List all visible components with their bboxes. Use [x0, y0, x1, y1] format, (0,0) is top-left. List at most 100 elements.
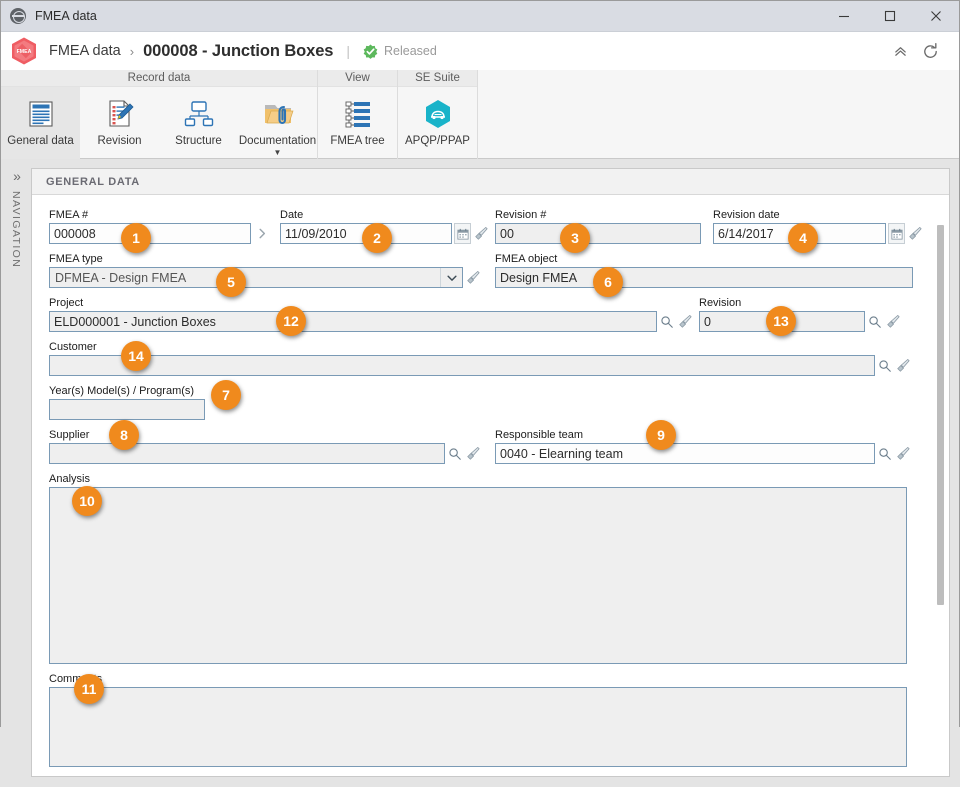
calendar-icon[interactable] [454, 223, 471, 244]
ribbon-group-items-se-suite: APQP/PPAP [398, 87, 477, 159]
chevron-down-icon[interactable]: ▼ [274, 149, 282, 157]
field-fmea-number: FMEA # 000008 [49, 209, 280, 244]
search-icon[interactable] [876, 443, 893, 464]
status-badge: Released [363, 44, 437, 59]
clear-brush-icon[interactable] [472, 223, 489, 244]
field-label: Customer [49, 341, 927, 354]
body-area: » NAVIGATION GENERAL DATA FMEA # 000008 [1, 159, 959, 787]
title-bar: FMEA data [1, 1, 959, 32]
breadcrumb: FMEA FMEA data › 000008 - Junction Boxes… [1, 32, 959, 70]
search-icon[interactable] [446, 443, 463, 464]
clear-brush-icon[interactable] [464, 443, 481, 464]
hierarchy-icon [183, 95, 215, 133]
responsible-team-input[interactable]: 0040 - Elearning team [495, 443, 875, 464]
ribbon-button-revision[interactable]: Revision [80, 87, 159, 159]
field-label: FMEA # [49, 209, 280, 222]
field-label: Comments [49, 673, 927, 686]
minimize-icon[interactable] [821, 1, 867, 32]
ribbon-button-apqp-ppap[interactable]: APQP/PPAP [398, 87, 477, 159]
fmea-number-next-icon[interactable] [253, 223, 272, 244]
form-row-4: Customer [49, 341, 927, 376]
page-title: 000008 - Junction Boxes [143, 42, 333, 61]
field-responsible-team: Responsible team 0040 - Elearning team [495, 429, 911, 464]
field-label: Analysis [49, 473, 927, 486]
comments-textarea[interactable] [49, 687, 907, 767]
form-row-comments: Comments [49, 673, 927, 767]
form-row-1: FMEA # 000008 Date 11/09/2010 [49, 209, 927, 244]
field-label: Date [280, 209, 495, 222]
field-label: Responsible team [495, 429, 911, 442]
clear-brush-icon[interactable] [906, 223, 923, 244]
ribbon-group-items-view: FMEA tree [318, 87, 397, 159]
ribbon-group-view: View [318, 70, 398, 159]
date-input[interactable]: 11/09/2010 [280, 223, 452, 244]
form-scroll-area: FMEA # 000008 Date 11/09/2010 [32, 195, 949, 776]
field-label: Revision # [495, 209, 713, 222]
form-row-2: FMEA type DFMEA - Design FMEA [49, 253, 927, 288]
search-icon[interactable] [866, 311, 883, 332]
ribbon-button-label: FMEA tree [330, 135, 384, 148]
revision-input[interactable]: 0 [699, 311, 865, 332]
field-label: Revision [699, 297, 901, 310]
ribbon-group-se-suite: SE Suite APQP/PPAP [398, 70, 478, 159]
chevron-down-icon[interactable] [440, 267, 462, 288]
fmea-object-input[interactable]: Design FMEA [495, 267, 913, 288]
field-label: FMEA object [495, 253, 913, 266]
project-input[interactable]: ELD000001 - Junction Boxes [49, 311, 657, 332]
fmea-logo-icon: FMEA [9, 36, 39, 66]
chevron-double-right-icon[interactable]: » [13, 169, 19, 183]
clear-brush-icon[interactable] [894, 355, 911, 376]
clear-brush-icon[interactable] [676, 311, 693, 332]
revision-number-input[interactable]: 00 [495, 223, 701, 244]
close-icon[interactable] [913, 1, 959, 32]
customer-input[interactable] [49, 355, 875, 376]
form-row-analysis: Analysis [49, 473, 927, 664]
fmea-type-select[interactable]: DFMEA - Design FMEA [49, 267, 463, 288]
calendar-icon[interactable] [888, 223, 905, 244]
field-years-models-programs: Year(s) Model(s) / Program(s) [49, 385, 205, 420]
ribbon-group-title-view: View [318, 70, 397, 87]
supplier-input[interactable] [49, 443, 445, 464]
window-controls [821, 1, 959, 32]
years-models-input[interactable] [49, 399, 205, 420]
folder-clip-icon [262, 95, 294, 133]
clear-brush-icon[interactable] [894, 443, 911, 464]
field-label: Year(s) Model(s) / Program(s) [49, 385, 205, 398]
content-panel: GENERAL DATA FMEA # 000008 [31, 168, 950, 777]
ribbon-button-structure[interactable]: Structure [159, 87, 238, 159]
fmea-type-value: DFMEA - Design FMEA [50, 271, 440, 285]
released-check-icon [363, 44, 378, 59]
ribbon-button-general-data[interactable]: General data [1, 87, 80, 159]
field-label: Supplier [49, 429, 495, 442]
window-title: FMEA data [35, 9, 821, 23]
field-comments: Comments [49, 673, 927, 767]
ribbon-button-documentation[interactable]: Documentation ▼ [238, 87, 317, 159]
clear-brush-icon[interactable] [464, 267, 481, 288]
maximize-icon[interactable] [867, 1, 913, 32]
field-revision-number: Revision # 00 [495, 209, 713, 244]
ribbon-button-fmea-tree[interactable]: FMEA tree [318, 87, 397, 159]
chevron-double-up-icon[interactable] [885, 36, 915, 66]
form-row-6: Supplier Responsible team [49, 429, 927, 464]
field-fmea-object: FMEA object Design FMEA [495, 253, 913, 288]
field-label: Revision date [713, 209, 923, 222]
globe-icon [10, 8, 26, 24]
document-pencil-icon [104, 95, 136, 133]
revision-date-input[interactable]: 6/14/2017 [713, 223, 886, 244]
search-icon[interactable] [658, 311, 675, 332]
search-icon[interactable] [876, 355, 893, 376]
navigation-rail[interactable]: » NAVIGATION [1, 159, 31, 787]
field-revision-date: Revision date 6/14/2017 [713, 209, 923, 244]
fmea-number-input[interactable]: 000008 [49, 223, 251, 244]
application-window: FMEA data FMEA FMEA data › 000008 - Junc [0, 0, 960, 727]
clear-brush-icon[interactable] [884, 311, 901, 332]
field-revision: Revision 0 [699, 297, 901, 332]
analysis-textarea[interactable] [49, 487, 907, 664]
refresh-icon[interactable] [915, 36, 945, 66]
ribbon-group-items-record-data: General data [1, 87, 317, 159]
breadcrumb-root[interactable]: FMEA data [49, 43, 121, 59]
vertical-scrollbar[interactable] [937, 225, 944, 605]
ribbon-button-label: Structure [175, 135, 222, 148]
status-label: Released [384, 44, 437, 58]
document-lines-icon [25, 95, 57, 133]
